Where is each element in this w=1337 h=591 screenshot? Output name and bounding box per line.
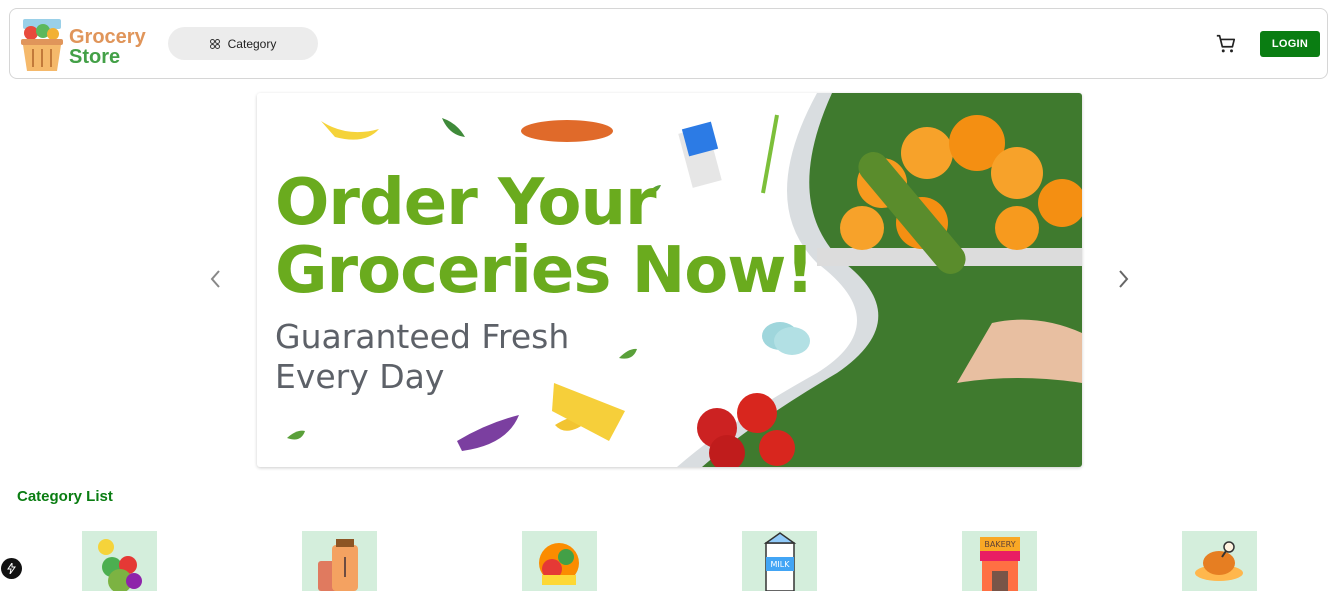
milk-icon: MILK: [763, 532, 797, 591]
grid-icon: [209, 38, 220, 49]
meat-icon: [1195, 541, 1243, 581]
logo-text[interactable]: Grocery Store: [69, 27, 146, 67]
banner-headline: Order Your Groceries Now!: [275, 166, 815, 308]
svg-text:MILK: MILK: [771, 560, 791, 569]
category-list-title: Category List: [17, 488, 113, 505]
veggies-icon: [98, 539, 142, 591]
chevron-right-icon[interactable]: [1113, 268, 1133, 290]
banner-headline-line1: Order Your: [275, 166, 657, 240]
hero-banner[interactable]: Order Your Groceries Now! Guaranteed Fre…: [257, 93, 1082, 467]
banner-sub-line2: Every Day: [275, 357, 445, 396]
cart-icon[interactable]: [1215, 33, 1237, 55]
category-item-milk[interactable]: MILK: [742, 531, 817, 591]
bakery-icon: BAKERY: [980, 537, 1020, 591]
category-item-bakery[interactable]: BAKERY: [962, 531, 1037, 591]
category-item-fruits[interactable]: [522, 531, 597, 591]
top-navbar: Grocery Store Category LOGIN: [9, 8, 1328, 79]
banner-subtitle: Guaranteed Fresh Every Day: [275, 317, 569, 397]
category-button[interactable]: Category: [168, 27, 318, 60]
lightning-icon: [7, 563, 16, 574]
basket-logo-icon[interactable]: [19, 17, 65, 73]
dev-tools-badge[interactable]: [1, 558, 22, 579]
banner-headline-line2: Groceries Now!: [275, 234, 815, 308]
svg-text:BAKERY: BAKERY: [984, 540, 1015, 549]
fruits-icon: [539, 543, 579, 585]
banner-sub-line1: Guaranteed Fresh: [275, 317, 570, 356]
category-item-veggies[interactable]: [82, 531, 157, 591]
category-item-meat[interactable]: [1182, 531, 1257, 591]
logo-line1: Grocery: [69, 26, 146, 48]
logo-line2: Store: [69, 46, 121, 68]
category-item-grains[interactable]: [302, 531, 377, 591]
category-button-label: Category: [227, 36, 277, 51]
grains-icon: [318, 539, 358, 591]
chevron-left-icon[interactable]: [206, 268, 226, 290]
login-button[interactable]: LOGIN: [1260, 31, 1320, 57]
